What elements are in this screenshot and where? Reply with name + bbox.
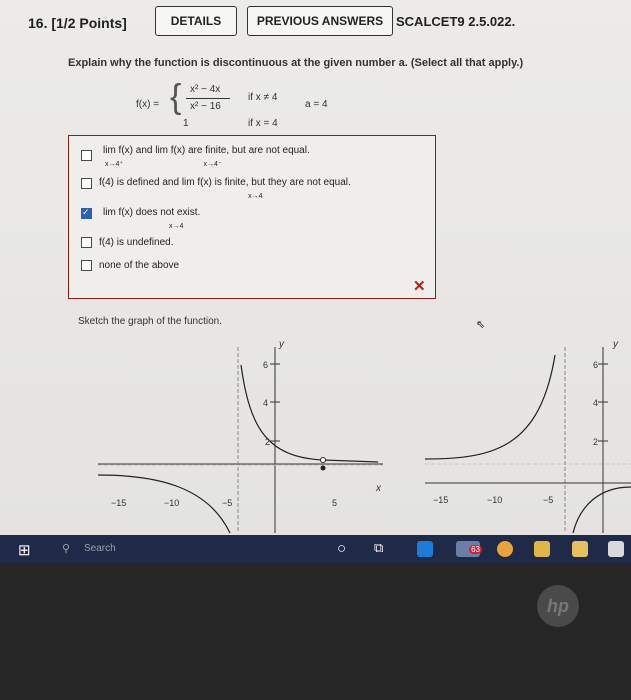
option-3-sub: x→4 <box>168 223 184 230</box>
option-1-sub-a: x→4⁺ <box>105 161 124 168</box>
x-tick-neg15: −15 <box>111 498 126 508</box>
y-axis-label: y <box>612 339 619 350</box>
option-4-checkbox[interactable] <box>81 237 92 248</box>
fraction-bar <box>186 98 230 99</box>
taskbar-search[interactable]: Search <box>84 543 116 554</box>
y-tick-4: 4 <box>593 398 598 408</box>
laptop-bezel <box>0 563 631 700</box>
mouse-cursor-icon: ⇖ <box>476 319 486 331</box>
denominator: x² − 16 <box>190 101 221 112</box>
y-tick-4: 4 <box>263 398 268 408</box>
option-1-sub-b: x→4⁻ <box>203 161 222 168</box>
question-page: 16. [1/2 Points] DETAILS PREVIOUS ANSWER… <box>0 0 631 535</box>
x-tick-neg5: −5 <box>543 495 553 505</box>
graph-option-right[interactable]: y 6 4 2 −15 −10 −5 <box>425 335 631 535</box>
chrome-icon[interactable] <box>497 541 513 557</box>
x-tick-5: 5 <box>332 498 337 508</box>
option-5-text: none of the above <box>99 260 180 271</box>
windows-taskbar: ⊞ ⚲ Search ○ ⧉ 63 <box>0 535 631 563</box>
option-3-checkbox[interactable] <box>81 207 92 219</box>
x-axis-label: x <box>375 483 382 494</box>
option-1-text: lim f(x) and lim f(x) are finite, but ar… <box>103 145 310 156</box>
problem-code: SCALCET9 2.5.022. <box>396 14 516 29</box>
a-value: a = 4 <box>305 99 328 110</box>
option-5-checkbox[interactable] <box>81 260 92 271</box>
option-3-text: lim f(x) does not exist. <box>103 207 201 218</box>
question-header: 16. [1/2 Points] DETAILS PREVIOUS ANSWER… <box>14 6 614 40</box>
curve-right-branch <box>572 486 631 534</box>
piece-2-value: 1 <box>183 118 189 129</box>
option-2-text: f(4) is defined and lim f(x) is finite, … <box>99 177 351 188</box>
y-tick-2: 2 <box>265 437 270 447</box>
y-tick-6: 6 <box>593 360 598 370</box>
brace: { <box>170 78 182 116</box>
task-view-icon[interactable]: ⧉ <box>374 540 383 556</box>
cortana-icon[interactable]: ○ <box>337 540 346 557</box>
option-2-checkbox[interactable] <box>81 178 92 189</box>
numerator: x² − 4x <box>190 84 221 95</box>
y-axis-label: y <box>278 339 285 350</box>
filled-point <box>320 465 326 471</box>
notification-badge: 63 <box>469 545 482 554</box>
x-tick-neg10: −10 <box>487 495 502 505</box>
fx-label: f(x) = <box>136 99 160 110</box>
sketch-label: Sketch the graph of the function. <box>78 316 222 327</box>
answer-options-box: lim f(x) and lim f(x) are finite, but ar… <box>68 135 436 299</box>
option-1-checkbox[interactable] <box>81 150 92 161</box>
x-tick-neg15: −15 <box>433 495 448 505</box>
details-button[interactable]: DETAILS <box>155 6 237 36</box>
condition-1: if x ≠ 4 <box>248 92 278 103</box>
previous-answers-button[interactable]: PREVIOUS ANSWERS <box>247 6 393 36</box>
store-icon[interactable] <box>534 541 550 557</box>
y-tick-6: 6 <box>263 360 268 370</box>
hp-logo: hp <box>537 585 579 627</box>
edge-icon[interactable] <box>417 541 433 557</box>
windows-start-icon[interactable]: ⊞ <box>18 541 31 559</box>
condition-2: if x = 4 <box>248 118 278 129</box>
curve-left-branch <box>425 354 556 460</box>
hole-point <box>320 457 326 463</box>
question-prompt: Explain why the function is discontinuou… <box>68 57 524 69</box>
x-tick-neg5: −5 <box>222 498 232 508</box>
question-number: 16. [1/2 Points] <box>28 15 127 31</box>
search-icon[interactable]: ⚲ <box>62 542 70 555</box>
y-tick-2: 2 <box>593 437 598 447</box>
curve-right-branch <box>240 364 379 463</box>
app-icon[interactable]: 63 <box>456 541 482 557</box>
graph-option-left[interactable]: y x 6 4 2 −15 −10 −5 5 <box>98 335 388 535</box>
option-4-text: f(4) is undefined. <box>99 237 174 248</box>
x-tick-neg10: −10 <box>164 498 179 508</box>
option-2-sub: x→4 <box>248 193 263 200</box>
mail-icon[interactable] <box>608 541 624 557</box>
incorrect-icon: ✕ <box>413 278 426 295</box>
folder-icon[interactable] <box>572 541 588 557</box>
